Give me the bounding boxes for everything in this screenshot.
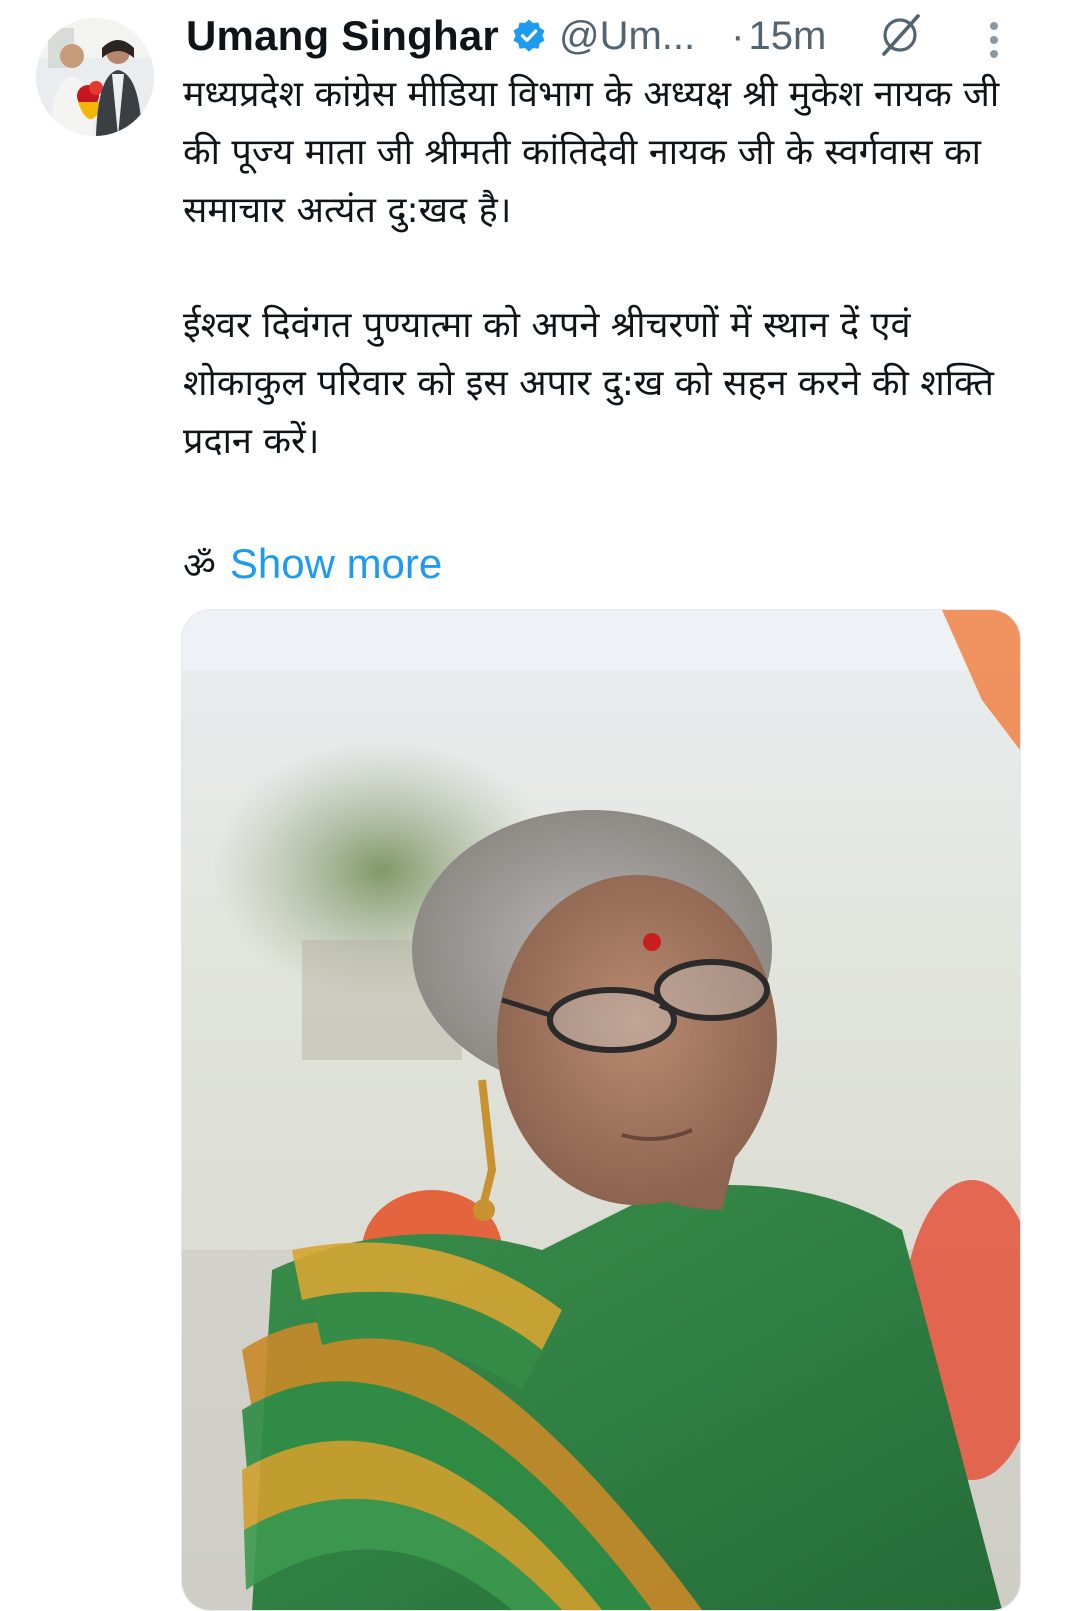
grok-icon[interactable]: [876, 10, 924, 58]
om-symbol: ॐ: [183, 545, 216, 587]
author-avatar[interactable]: [36, 18, 154, 136]
author-handle[interactable]: @Um...: [559, 14, 695, 59]
tweet-paragraph-2: ईश्वर दिवंगत पुण्यात्मा को अपने श्रीचरणो…: [183, 305, 994, 462]
tweet-timestamp[interactable]: 15m: [748, 14, 826, 59]
tweet[interactable]: Umang Singhar @Um... · 15m मध्यप्रदेश का…: [0, 0, 1075, 1611]
tweet-media-photo[interactable]: [181, 609, 1021, 1611]
tweet-text: मध्यप्रदेश कांग्रेस मीडिया विभाग के अध्य…: [183, 66, 1023, 471]
photo-image: [182, 610, 1020, 1610]
verified-badge-icon: [511, 18, 547, 54]
tweet-paragraph-1: मध्यप्रदेश कांग्रेस मीडिया विभाग के अध्य…: [183, 74, 1000, 231]
author-display-name[interactable]: Umang Singhar: [186, 12, 499, 60]
show-more-link[interactable]: Show more: [230, 540, 442, 588]
avatar-photo: [36, 18, 154, 136]
show-more-row: ॐ Show more: [183, 534, 442, 594]
more-vertical-icon[interactable]: [982, 18, 1006, 62]
header-separator: ·: [731, 13, 745, 58]
